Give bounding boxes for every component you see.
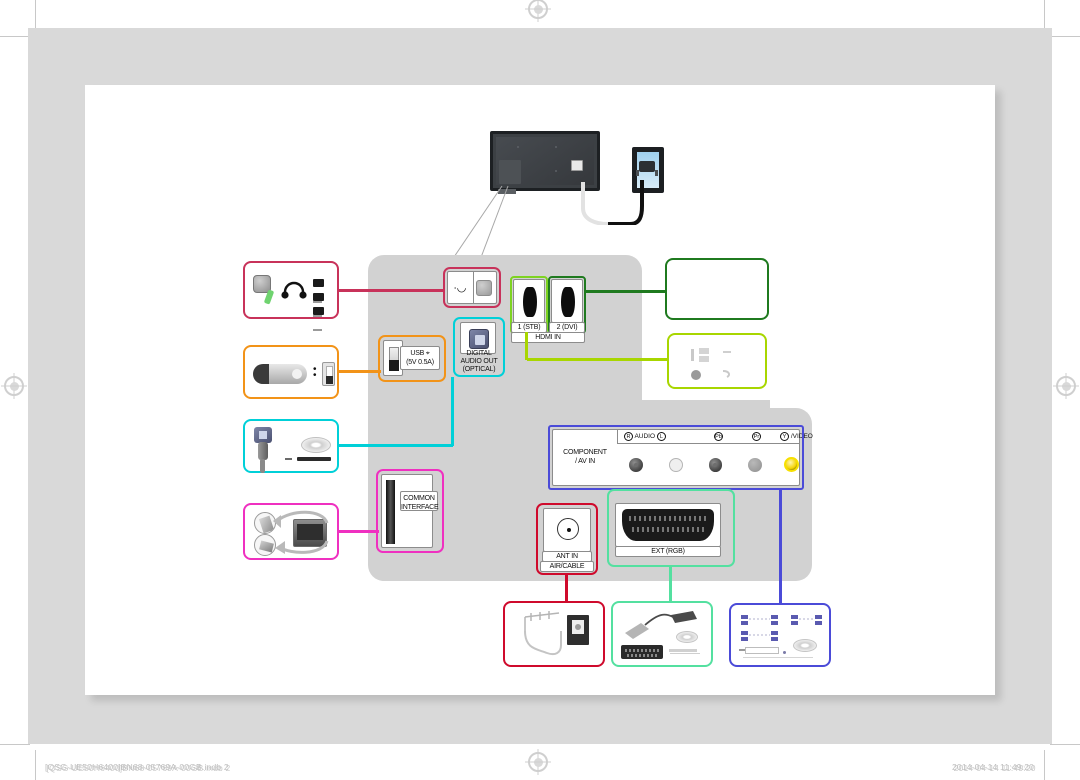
device-box-usb: • •	[243, 345, 339, 399]
optical-cable-icon	[258, 442, 268, 460]
connector-line-hdmi-1-h	[527, 358, 669, 361]
registration-target-icon-bottom	[528, 752, 548, 772]
crop-mark-top-right-h	[1050, 36, 1080, 37]
footer-timestamp-ghost: 2014-04-14 11:49:20	[953, 762, 1036, 773]
connector-line-hdmi-2-h	[586, 290, 666, 293]
device-box-antenna	[503, 601, 605, 667]
connector-line-scart-v	[669, 567, 672, 602]
av-receiver-disc-icon	[301, 437, 331, 453]
component-player-disc-icon	[793, 639, 817, 652]
highlight-ring-ant	[536, 503, 598, 575]
highlight-ring-usb	[378, 335, 446, 382]
connector-line-component-v	[779, 489, 782, 603]
footer-timestamp: 2014-04-14 11:49:20 2014-04-14 11:49:20	[952, 762, 1036, 773]
device-box-headphone	[243, 261, 339, 331]
highlight-ring-optical	[453, 317, 505, 377]
scart-connector-thumb-icon	[621, 645, 663, 659]
crop-mark-bot-right-v	[1044, 750, 1045, 780]
device-box-ci-card	[243, 503, 339, 560]
highlight-ring-scart	[607, 489, 735, 567]
ci-insert-arrow-icon	[273, 510, 329, 554]
highlight-ring-component	[548, 425, 804, 490]
connector-line-usb	[339, 370, 381, 373]
print-page: ∙◡ 1 (STB) 2 (DVI) HDMI IN DIGITAL AUDIO…	[0, 0, 1080, 780]
connector-line-ant-v	[565, 574, 568, 602]
antenna-wall-jack-icon	[524, 611, 589, 656]
connector-line-optical-v	[451, 377, 454, 446]
footer-filename-ghost: [QSG-UE50H6400]BN68-05769A-00GB.indb 2	[46, 762, 231, 773]
headphone-icon	[281, 281, 307, 299]
device-box-hdmi-dvi	[667, 333, 767, 389]
crop-mark-top-left-h	[0, 36, 30, 37]
connector-line-ci	[339, 530, 379, 533]
usb-flash-drive-icon	[253, 364, 307, 384]
device-box-component-cables	[729, 603, 831, 667]
tv-to-panel-leader	[451, 185, 509, 261]
device-box-hdmi-stb	[665, 258, 769, 320]
connector-line-hdmi-1-v	[525, 332, 528, 360]
device-box-scart	[611, 601, 713, 667]
footer-filename: [QSG-UE50H6400]BN68-05769A-00GB.indb 2 […	[45, 762, 231, 773]
usb-colon-separator: • •	[313, 364, 317, 381]
registration-target-icon-top	[528, 0, 548, 19]
registration-target-icon-right	[1056, 376, 1076, 396]
cable-plug-icon-3	[313, 302, 337, 338]
optical-connector-icon	[254, 427, 272, 443]
registration-target-icon-left	[4, 376, 24, 396]
device-box-optical	[243, 419, 339, 473]
crop-mark-top-left-v	[35, 0, 36, 30]
hdmi-in-group-label: HDMI IN	[511, 332, 585, 343]
hdmi-cable-icon	[691, 348, 731, 380]
crop-mark-bot-right-h	[1050, 744, 1080, 745]
highlight-ring-headphone	[443, 267, 501, 308]
crop-mark-top-right-v	[1044, 0, 1045, 30]
connector-line-optical-h	[339, 444, 453, 447]
highlight-ring-common-interface	[376, 469, 444, 553]
crop-mark-bot-left-h	[0, 744, 30, 745]
footer-page-number: 2	[196, 762, 201, 772]
crop-mark-bot-left-v	[35, 750, 36, 780]
usb-port-thumb-icon	[322, 362, 335, 386]
connector-line-headphone	[339, 289, 445, 292]
rca-cable-icon	[741, 615, 822, 641]
scart-player-disc-icon	[676, 631, 698, 643]
scart-cable-icon	[625, 611, 697, 639]
